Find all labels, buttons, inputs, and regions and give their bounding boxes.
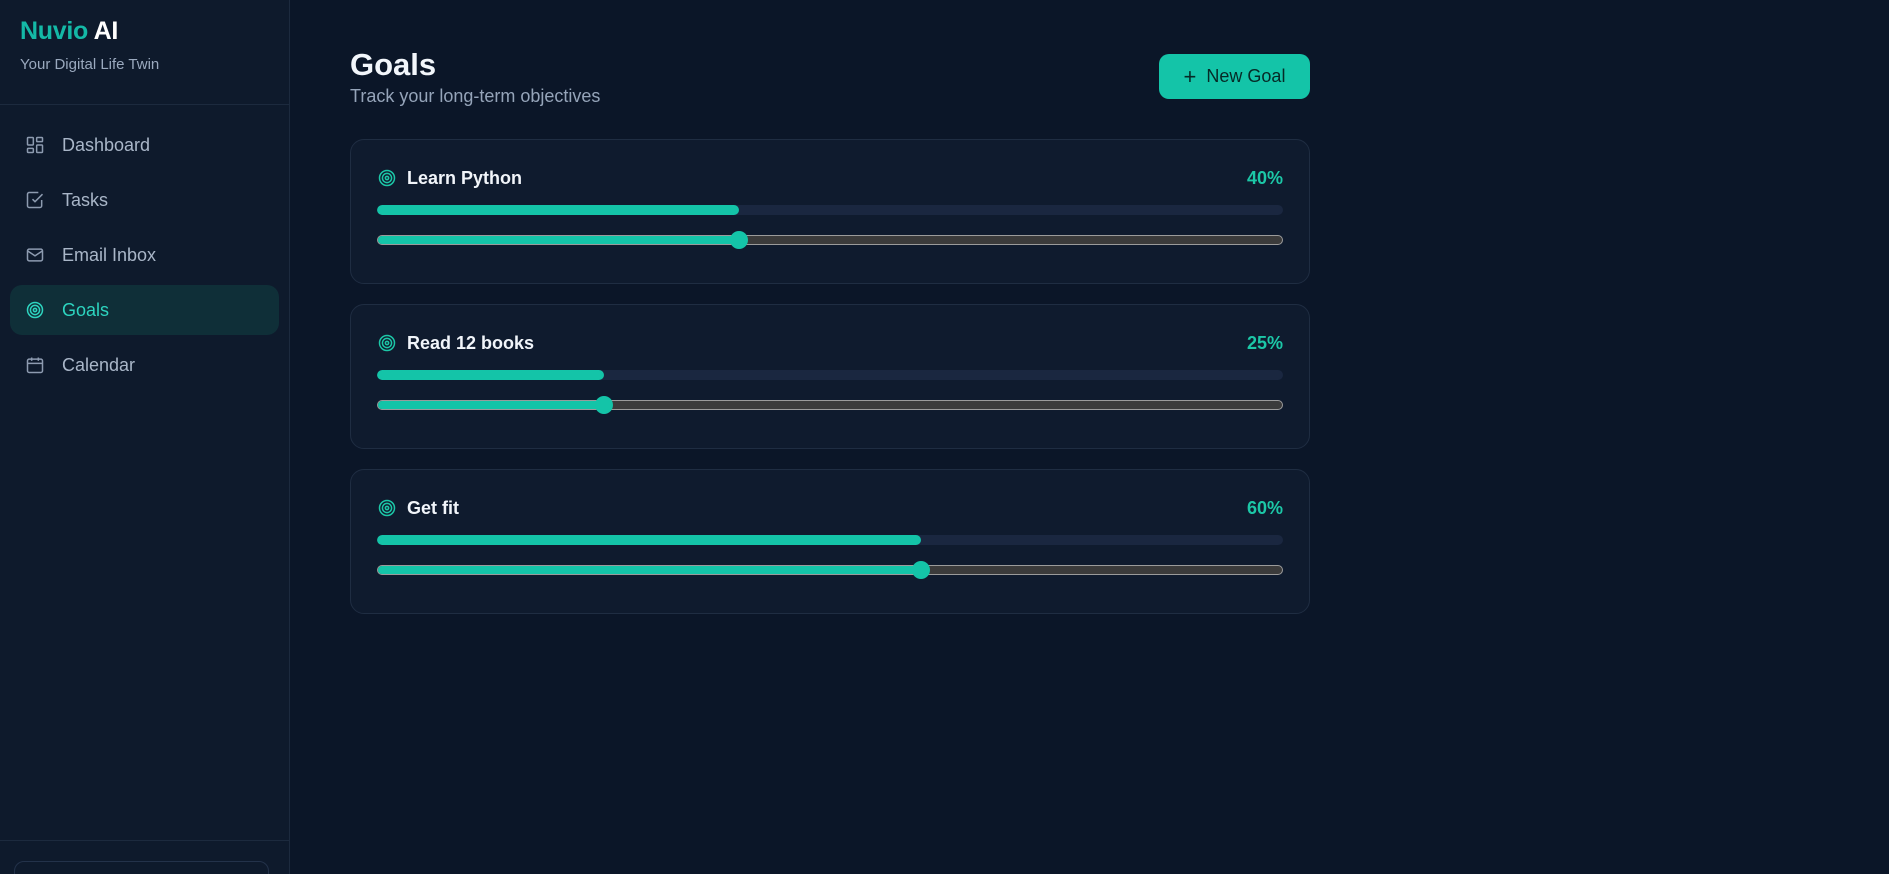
- page-subtitle: Track your long-term objectives: [350, 86, 601, 106]
- slider-rail: [377, 235, 1283, 245]
- sidebar-item-calendar[interactable]: Calendar: [10, 340, 279, 390]
- sidebar-nav: Dashboard Tasks Email Inbox Goals Calend…: [0, 105, 289, 390]
- brand-name-rest: AI: [93, 17, 119, 45]
- dashboard-icon: [24, 134, 46, 156]
- goal-progress-bar: [377, 370, 1283, 380]
- goal-card: Get fit 60%: [350, 469, 1310, 614]
- checkbox-icon: [24, 189, 46, 211]
- goal-header: Get fit 60%: [377, 496, 1283, 520]
- slider-rail: [377, 400, 1283, 410]
- sidebar-item-label: Email Inbox: [62, 244, 157, 265]
- sidebar-footer-card[interactable]: [14, 861, 269, 874]
- sidebar-item-dashboard[interactable]: Dashboard: [10, 120, 279, 170]
- slider-filled: [378, 236, 740, 244]
- goal-progress-fill: [377, 535, 921, 545]
- goal-name: Get fit: [407, 497, 459, 518]
- brand-title: Nuvio AI: [20, 16, 269, 46]
- target-icon: [377, 333, 397, 353]
- goal-percent: 25%: [1246, 332, 1283, 353]
- sidebar-footer: [0, 840, 290, 874]
- sidebar-item-label: Dashboard: [62, 134, 151, 155]
- sidebar-item-goals[interactable]: Goals: [10, 285, 279, 335]
- slider-rail: [377, 565, 1283, 575]
- goal-progress-bar: [377, 535, 1283, 545]
- sidebar: Nuvio AI Your Digital Life Twin Dashboar…: [0, 0, 290, 874]
- goal-name: Read 12 books: [407, 332, 535, 353]
- goal-header: Learn Python 40%: [377, 166, 1283, 190]
- goal-name: Learn Python: [407, 167, 523, 188]
- goal-progress-bar: [377, 205, 1283, 215]
- sidebar-item-tasks[interactable]: Tasks: [10, 175, 279, 225]
- goal-progress-fill: [377, 205, 740, 215]
- new-goal-button[interactable]: + New Goal: [1159, 54, 1310, 99]
- new-goal-label: New Goal: [1206, 66, 1286, 86]
- goal-progress-fill: [377, 370, 604, 380]
- goal-percent: 40%: [1246, 167, 1283, 188]
- brand-tagline: Your Digital Life Twin: [20, 56, 160, 73]
- calendar-icon: [24, 354, 46, 376]
- mail-icon: [24, 244, 46, 266]
- target-icon: [377, 168, 397, 188]
- sidebar-item-label: Goals: [62, 299, 110, 320]
- target-icon: [24, 299, 46, 321]
- sidebar-item-email-inbox[interactable]: Email Inbox: [10, 230, 279, 280]
- sidebar-item-label: Tasks: [62, 189, 109, 210]
- slider-filled: [378, 401, 604, 409]
- slider-thumb[interactable]: [911, 561, 930, 579]
- goal-progress-slider[interactable]: [377, 395, 1283, 415]
- target-icon: [377, 498, 397, 518]
- page-title: Goals: [350, 47, 437, 82]
- goal-progress-slider[interactable]: [377, 230, 1283, 250]
- slider-filled: [378, 566, 921, 574]
- brand: Nuvio AI Your Digital Life Twin: [0, 0, 289, 105]
- goal-card: Learn Python 40%: [350, 139, 1310, 284]
- slider-thumb[interactable]: [730, 231, 749, 249]
- slider-thumb[interactable]: [594, 396, 613, 414]
- goal-header: Read 12 books 25%: [377, 331, 1283, 355]
- goal-card: Read 12 books 25%: [350, 304, 1310, 449]
- sidebar-item-label: Calendar: [62, 354, 136, 375]
- goal-percent: 60%: [1246, 497, 1283, 518]
- brand-name-accent: Nuvio: [20, 17, 88, 45]
- plus-icon: +: [1183, 63, 1197, 89]
- goal-progress-slider[interactable]: [377, 560, 1283, 580]
